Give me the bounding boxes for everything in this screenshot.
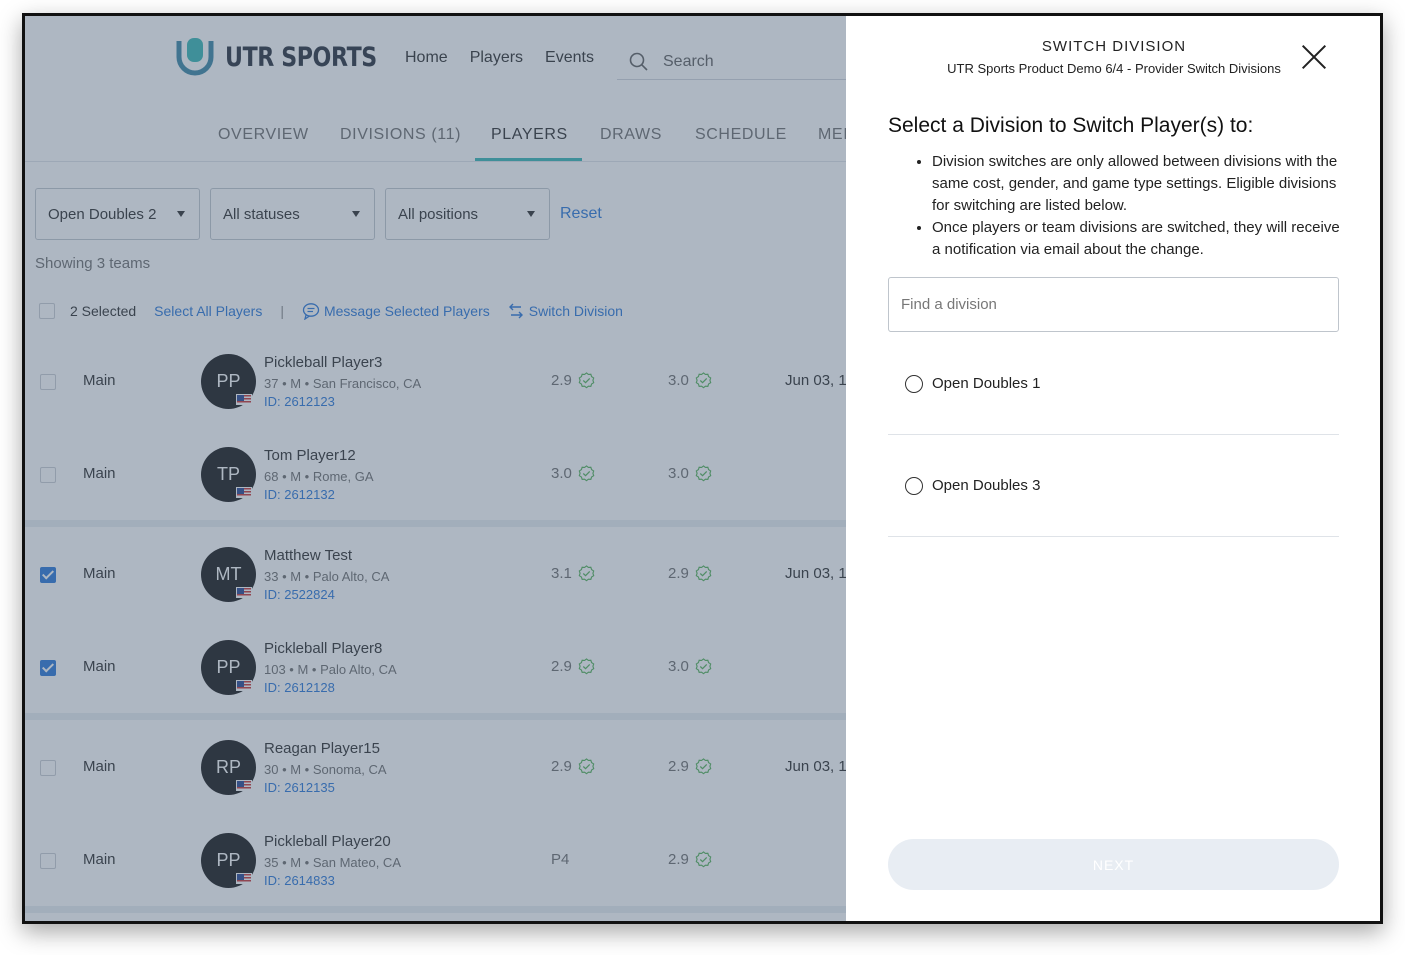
switch-division-panel: SWITCH DIVISION UTR Sports Product Demo … [846,16,1380,921]
panel-heading: Select a Division to Switch Player(s) to… [888,114,1254,137]
close-icon[interactable] [1301,44,1327,70]
division-option-label: Open Doubles 1 [932,375,1041,392]
rule-item: Division switches are only allowed betwe… [932,151,1352,217]
radio-button[interactable] [905,476,923,495]
division-option-label: Open Doubles 3 [932,477,1041,494]
division-option-open-doubles-3[interactable]: Open Doubles 3 [888,435,1339,537]
radio-button[interactable] [905,374,923,393]
switch-rules-list: Division switches are only allowed betwe… [932,151,1352,261]
rule-item: Once players or team divisions are switc… [932,217,1352,261]
screenshot-frame: UTR SPORTS Home Players Events Search OV… [22,13,1383,924]
next-button[interactable]: NEXT [888,839,1339,890]
find-division-input[interactable] [888,277,1339,332]
division-option-open-doubles-1[interactable]: Open Doubles 1 [888,333,1339,435]
modal-backdrop[interactable] [25,16,846,921]
